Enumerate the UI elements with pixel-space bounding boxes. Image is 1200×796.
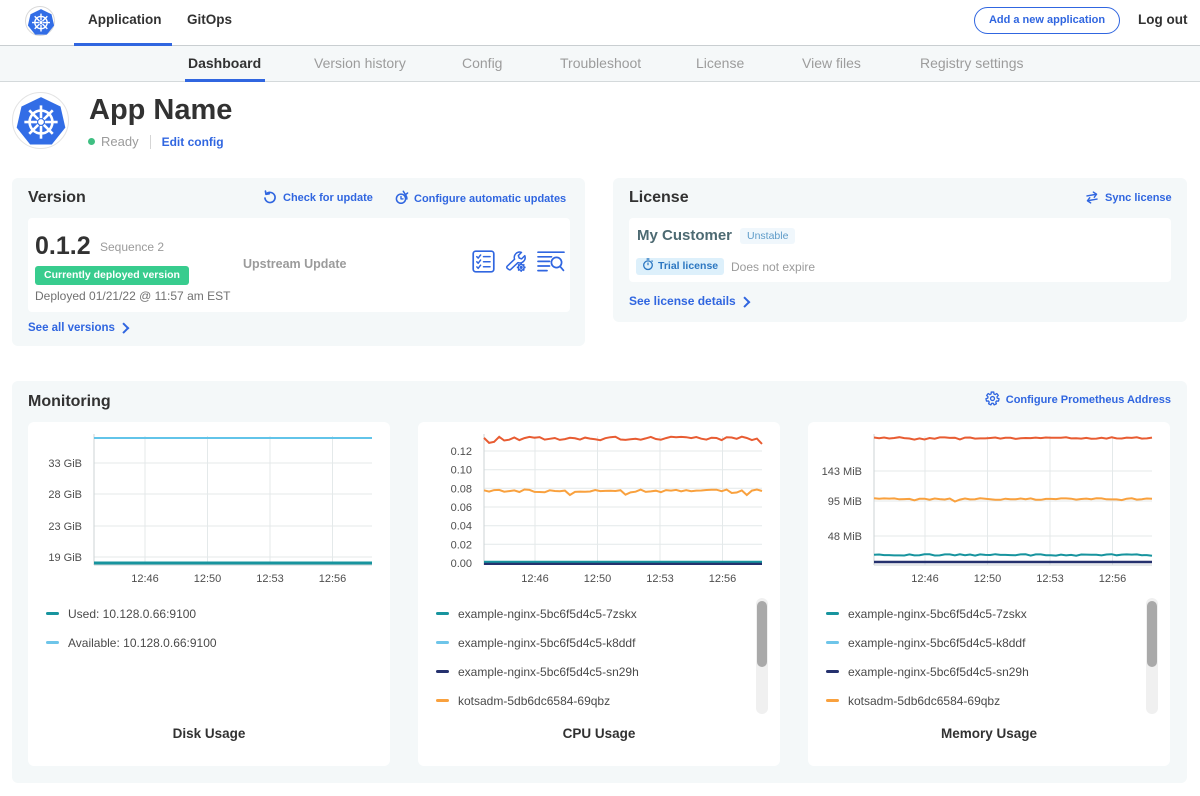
svg-text:12:46: 12:46 <box>911 573 939 585</box>
svg-text:0.08: 0.08 <box>451 483 472 495</box>
svg-text:33 GiB: 33 GiB <box>48 458 82 470</box>
svg-text:12:50: 12:50 <box>974 573 1002 585</box>
svg-text:0.10: 0.10 <box>451 465 472 477</box>
svg-text:0.02: 0.02 <box>451 539 472 551</box>
svg-text:95 MiB: 95 MiB <box>828 496 862 508</box>
svg-text:0.04: 0.04 <box>451 521 472 533</box>
svg-text:48 MiB: 48 MiB <box>828 531 862 543</box>
svg-text:12:53: 12:53 <box>256 573 284 585</box>
svg-text:12:53: 12:53 <box>1036 573 1064 585</box>
svg-text:12:50: 12:50 <box>584 573 612 585</box>
svg-text:12:50: 12:50 <box>194 573 222 585</box>
svg-text:0.06: 0.06 <box>451 502 472 514</box>
svg-text:12:56: 12:56 <box>319 573 347 585</box>
svg-text:12:56: 12:56 <box>709 573 737 585</box>
svg-text:12:56: 12:56 <box>1099 573 1127 585</box>
svg-text:12:46: 12:46 <box>521 573 549 585</box>
svg-text:12:46: 12:46 <box>131 573 159 585</box>
svg-text:28 GiB: 28 GiB <box>48 489 82 501</box>
svg-text:23 GiB: 23 GiB <box>48 521 82 533</box>
svg-text:143 MiB: 143 MiB <box>822 466 862 478</box>
svg-text:0.12: 0.12 <box>451 446 472 458</box>
svg-text:12:53: 12:53 <box>646 573 674 585</box>
svg-text:0.00: 0.00 <box>451 558 472 570</box>
svg-text:19 GiB: 19 GiB <box>48 552 82 564</box>
